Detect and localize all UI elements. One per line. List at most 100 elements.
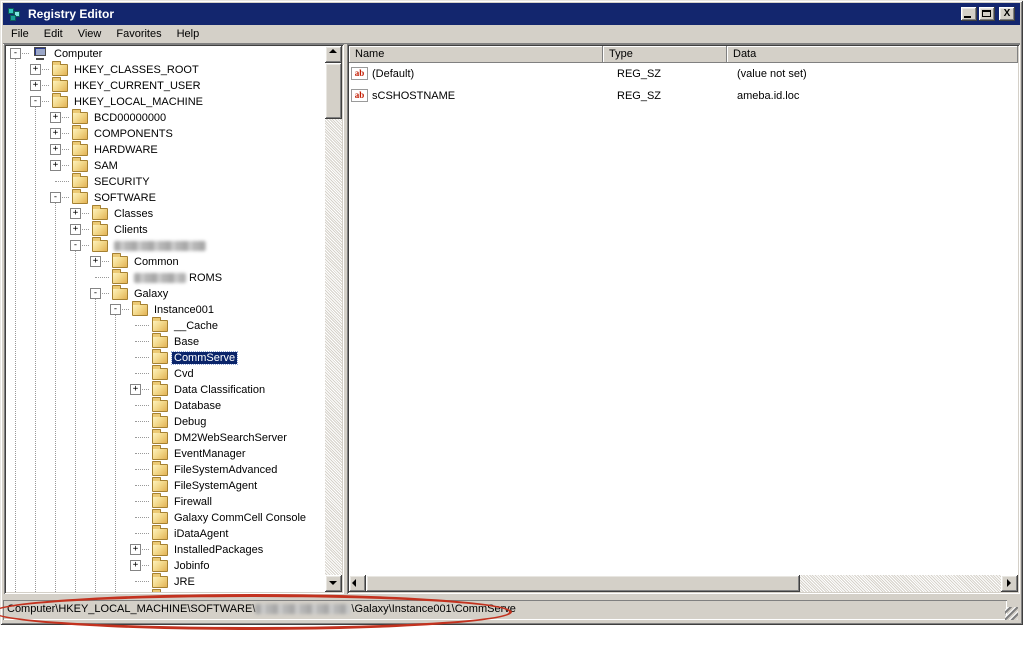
expand-icon[interactable]: +	[70, 224, 81, 235]
column-header-type[interactable]: Type	[603, 46, 727, 63]
tree-viewport[interactable]: - Computer + HKEY_CLASSES_ROOT + HKEY_CURRENT…	[6, 46, 325, 592]
tree-item-label[interactable]: COMPONENTS	[92, 128, 175, 140]
tree-item-jre[interactable]: JRE	[6, 574, 325, 590]
tree-item-label[interactable]: Debug	[172, 416, 208, 428]
tree-item-firewall[interactable]: Firewall	[6, 494, 325, 510]
collapse-icon[interactable]: -	[70, 240, 81, 251]
tree-vertical-scroll-thumb[interactable]	[325, 63, 342, 119]
menu-item-favorites[interactable]: Favorites	[109, 26, 168, 42]
tree-item-label[interactable]: JRE	[172, 576, 197, 588]
tree-item-common[interactable]: +Common	[6, 254, 325, 270]
tree-item-label[interactable]: __Cache	[172, 320, 220, 332]
tree-item-label[interactable]: HARDWARE	[92, 144, 160, 156]
tree-item-label[interactable]: SOFTWARE	[92, 192, 158, 204]
expand-icon[interactable]: +	[30, 80, 41, 91]
close-button[interactable]: X	[999, 7, 1015, 21]
tree-item-label[interactable]: Base	[172, 336, 201, 348]
tree-item-label[interactable]: Clients	[112, 224, 150, 236]
values-viewport[interactable]: ab(Default)REG_SZ(value not set)absCSHOS…	[349, 63, 1018, 575]
tree-item-label[interactable]: SECURITY	[92, 176, 152, 188]
tree-item-label[interactable]: InstalledPackages	[172, 544, 265, 556]
tree-item-library[interactable]: Library	[6, 590, 325, 592]
tree-item-hkey-current-user[interactable]: + HKEY_CURRENT_USER	[6, 78, 325, 94]
tree-item-sam[interactable]: + SAM	[6, 158, 325, 174]
tree-item-security[interactable]: SECURITY	[6, 174, 325, 190]
tree-item-commserve[interactable]: CommServe	[6, 350, 325, 366]
expand-icon[interactable]: +	[50, 128, 61, 139]
menu-item-view[interactable]: View	[71, 26, 109, 42]
tree-item-computer[interactable]: - Computer	[6, 46, 325, 62]
tree-item-base[interactable]: Base	[6, 334, 325, 350]
tree-item-galaxy[interactable]: - Galaxy	[6, 286, 325, 302]
collapse-icon[interactable]: -	[110, 304, 121, 315]
tree-item-eventmanager[interactable]: EventManager	[6, 446, 325, 462]
tree-item-label[interactable]: Common	[132, 256, 181, 268]
minimize-button[interactable]	[961, 7, 977, 21]
menu-item-file[interactable]: File	[4, 26, 36, 42]
tree-item-redacted[interactable]: -	[6, 238, 325, 254]
tree-item-label[interactable]: CommServe	[172, 352, 237, 364]
expand-icon[interactable]: +	[30, 64, 41, 75]
tree-item-label[interactable]: iDataAgent	[172, 528, 230, 540]
tree-item-dm2websearchserver[interactable]: DM2WebSearchServer	[6, 430, 325, 446]
collapse-icon[interactable]: -	[10, 48, 21, 59]
tree-item-roms[interactable]: ROMS	[6, 270, 325, 286]
tree-item-data-classification[interactable]: + Data Classification	[6, 382, 325, 398]
collapse-icon[interactable]: -	[90, 288, 101, 299]
tree-item-label[interactable]: Data Classification	[172, 384, 267, 396]
tree-item-components[interactable]: + COMPONENTS	[6, 126, 325, 142]
menu-item-help[interactable]: Help	[170, 26, 207, 42]
tree-item-instance001[interactable]: - Instance001	[6, 302, 325, 318]
tree-scroll-down-button[interactable]	[325, 575, 342, 592]
tree-item-label[interactable]: EventManager	[172, 448, 248, 460]
title-bar[interactable]: Registry Editor X	[3, 3, 1020, 25]
collapse-icon[interactable]: -	[50, 192, 61, 203]
tree-item-filesystemadvanced[interactable]: FileSystemAdvanced	[6, 462, 325, 478]
tree-item-label[interactable]: HKEY_LOCAL_MACHINE	[72, 96, 205, 108]
tree-item-label[interactable]: Instance001	[152, 304, 216, 316]
expand-icon[interactable]: +	[70, 208, 81, 219]
tree-item-debug[interactable]: Debug	[6, 414, 325, 430]
values-scroll-left-button[interactable]	[349, 575, 366, 592]
expand-icon[interactable]: +	[130, 544, 141, 555]
tree-item-label[interactable]: FileSystemAdvanced	[172, 464, 279, 476]
tree-item-label[interactable]: Computer	[52, 48, 104, 60]
tree-item-label[interactable]: BCD00000000	[92, 112, 168, 124]
tree-item-bcd00000000[interactable]: + BCD00000000	[6, 110, 325, 126]
tree-item-filesystemagent[interactable]: FileSystemAgent	[6, 478, 325, 494]
tree-item-hkey-local-machine[interactable]: - HKEY_LOCAL_MACHINE	[6, 94, 325, 110]
tree-item-label[interactable]: FileSystemAgent	[172, 480, 259, 492]
tree-vertical-scrollbar[interactable]	[325, 46, 342, 592]
tree-item-database[interactable]: Database	[6, 398, 325, 414]
tree-item-label[interactable]: SAM	[92, 160, 120, 172]
tree-item-label[interactable]: HKEY_CLASSES_ROOT	[72, 64, 201, 76]
values-horizontal-scroll-thumb[interactable]	[366, 575, 800, 592]
tree-item-label[interactable]: Classes	[112, 208, 155, 220]
expand-icon[interactable]: +	[50, 112, 61, 123]
tree-item-label[interactable]: Galaxy	[132, 288, 170, 300]
tree-item-jobinfo[interactable]: +Jobinfo	[6, 558, 325, 574]
tree-item-classes[interactable]: + Classes	[6, 206, 325, 222]
tree-item-label[interactable]: HKEY_CURRENT_USER	[72, 80, 203, 92]
tree-item-label[interactable]	[112, 240, 208, 252]
tree-item-idataagent[interactable]: iDataAgent	[6, 526, 325, 542]
tree-item-hkey-classes-root[interactable]: + HKEY_CLASSES_ROOT	[6, 62, 325, 78]
collapse-icon[interactable]: -	[30, 96, 41, 107]
column-header-data[interactable]: Data	[727, 46, 1018, 63]
tree-item-cvd[interactable]: Cvd	[6, 366, 325, 382]
expand-icon[interactable]: +	[130, 384, 141, 395]
values-scroll-right-button[interactable]	[1001, 575, 1018, 592]
tree-item--cache[interactable]: __Cache	[6, 318, 325, 334]
tree-item-galaxy-commcell-console[interactable]: Galaxy CommCell Console	[6, 510, 325, 526]
tree-item-hardware[interactable]: +HARDWARE	[6, 142, 325, 158]
tree-item-label[interactable]: Database	[172, 400, 223, 412]
column-header-name[interactable]: Name	[349, 46, 603, 63]
tree-item-software[interactable]: - SOFTWARE	[6, 190, 325, 206]
tree-item-label[interactable]: Firewall	[172, 496, 214, 508]
tree-item-installedpackages[interactable]: + InstalledPackages	[6, 542, 325, 558]
expand-icon[interactable]: +	[50, 160, 61, 171]
tree-item-clients[interactable]: + Clients	[6, 222, 325, 238]
resize-grip[interactable]	[1005, 607, 1018, 620]
maximize-button[interactable]	[979, 7, 995, 21]
tree-item-label[interactable]: ROMS	[132, 272, 224, 284]
